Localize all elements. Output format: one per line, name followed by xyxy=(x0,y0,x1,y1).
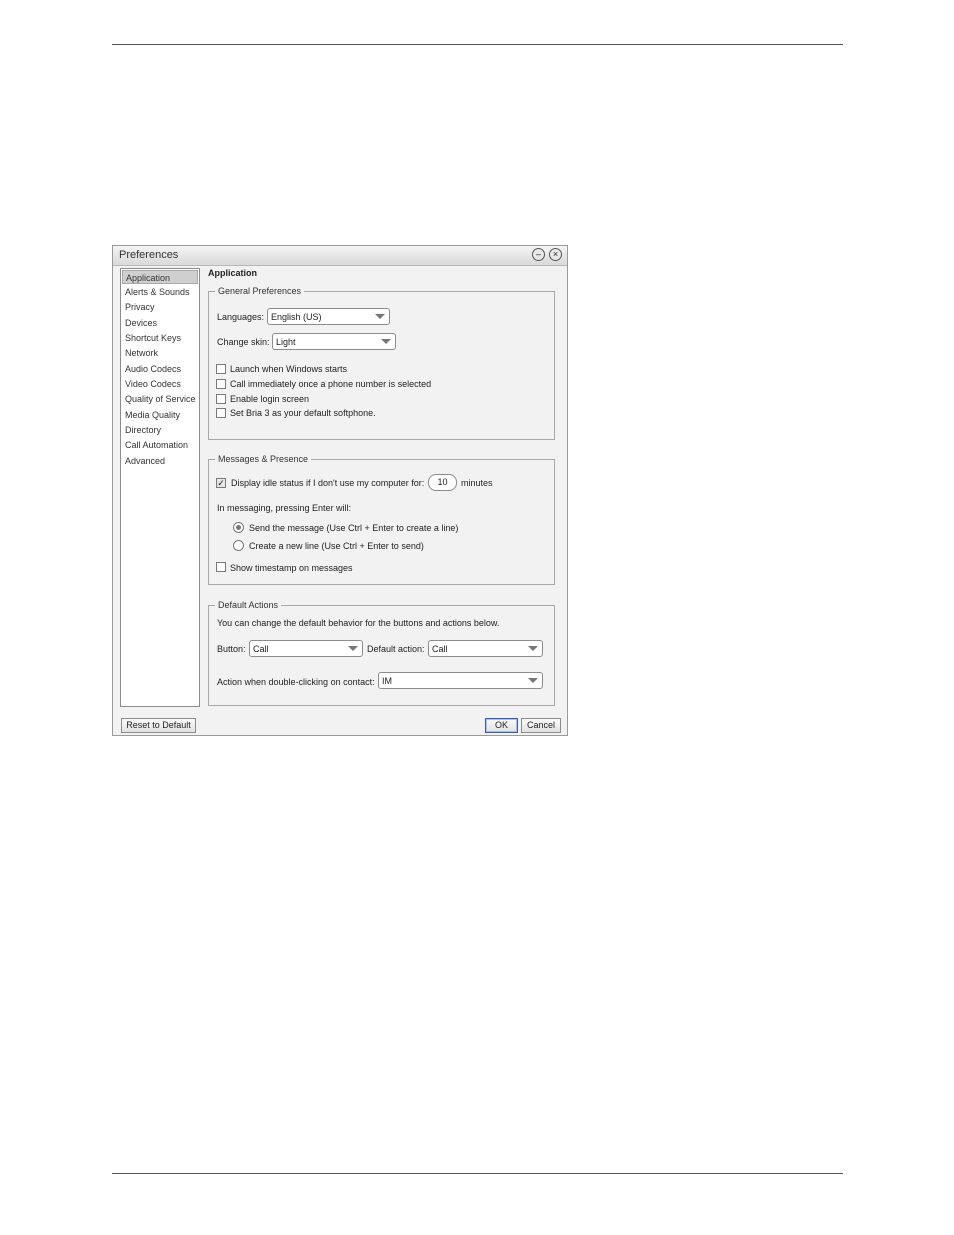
sidebar-item-quality-of-service[interactable]: Quality of Service xyxy=(122,392,198,406)
chevron-down-icon xyxy=(348,646,358,651)
sidebar-item-privacy[interactable]: Privacy xyxy=(122,300,198,314)
chevron-down-icon xyxy=(381,339,391,344)
languages-label: Languages: xyxy=(217,312,265,322)
default-action-select[interactable]: Call xyxy=(428,640,543,657)
page-header-rule xyxy=(112,44,843,45)
new-line-label: Create a new line (Use Ctrl + Enter to s… xyxy=(249,541,424,551)
skin-label: Change skin: xyxy=(217,337,270,347)
sidebar-item-application[interactable]: Application xyxy=(122,270,198,284)
idle-status-label: Display idle status if I don't use my co… xyxy=(231,478,425,488)
call-immediately-label: Call immediately once a phone number is … xyxy=(230,379,432,389)
messages-presence-group: Messages & Presence ✓ Display idle statu… xyxy=(208,454,555,585)
sidebar-item-call-automation[interactable]: Call Automation xyxy=(122,438,198,452)
cancel-button[interactable]: Cancel xyxy=(521,718,561,733)
skin-select[interactable]: Light xyxy=(272,333,396,350)
preferences-sidebar: Application Alerts & Sounds Privacy Devi… xyxy=(120,268,200,707)
languages-select[interactable]: English (US) xyxy=(267,308,390,325)
page-footer-rule xyxy=(112,1173,843,1174)
idle-minutes-unit: minutes xyxy=(461,478,493,488)
reset-to-default-button[interactable]: Reset to Default xyxy=(121,718,196,733)
enable-login-label: Enable login screen xyxy=(230,394,310,404)
sidebar-item-network[interactable]: Network xyxy=(122,346,198,360)
sidebar-item-shortcut-keys[interactable]: Shortcut Keys xyxy=(122,331,198,345)
send-message-radio[interactable] xyxy=(233,522,244,533)
sidebar-item-directory[interactable]: Directory xyxy=(122,423,198,437)
preferences-dialog: Preferences – × Application Alerts & Sou… xyxy=(112,245,568,736)
panel-title: Application xyxy=(208,268,257,278)
idle-minutes-input[interactable]: 10 xyxy=(428,474,457,491)
chevron-down-icon xyxy=(528,678,538,683)
general-preferences-group: General Preferences Languages: English (… xyxy=(208,286,555,440)
timestamp-checkbox[interactable] xyxy=(216,562,226,572)
title-bar[interactable]: Preferences – × xyxy=(113,246,567,266)
skin-value: Light xyxy=(276,337,296,347)
general-preferences-legend: General Preferences xyxy=(215,286,305,296)
call-immediately-checkbox[interactable] xyxy=(216,379,226,389)
default-actions-description: You can change the default behavior for … xyxy=(217,618,500,628)
sidebar-item-devices[interactable]: Devices xyxy=(122,316,198,330)
default-action-label: Default action: xyxy=(367,644,425,654)
idle-status-checkbox[interactable]: ✓ xyxy=(216,478,226,488)
close-icon[interactable]: × xyxy=(549,248,562,261)
default-softphone-checkbox[interactable] xyxy=(216,408,226,418)
timestamp-label: Show timestamp on messages xyxy=(230,563,353,573)
chevron-down-icon xyxy=(528,646,538,651)
sidebar-item-alerts-sounds[interactable]: Alerts & Sounds xyxy=(122,285,198,299)
default-action-value: Call xyxy=(432,644,448,654)
button-label: Button: xyxy=(217,644,246,654)
new-line-radio[interactable] xyxy=(233,540,244,551)
default-actions-legend: Default Actions xyxy=(215,600,282,610)
languages-value: English (US) xyxy=(271,312,322,322)
sidebar-item-advanced[interactable]: Advanced xyxy=(122,454,198,468)
window-title: Preferences xyxy=(119,249,179,261)
launch-windows-label: Launch when Windows starts xyxy=(230,364,348,374)
double-click-select[interactable]: IM xyxy=(378,672,543,689)
send-message-label: Send the message (Use Ctrl + Enter to cr… xyxy=(249,523,459,533)
enter-behavior-label: In messaging, pressing Enter will: xyxy=(217,503,352,513)
ok-button[interactable]: OK xyxy=(485,718,518,733)
button-value: Call xyxy=(253,644,269,654)
sidebar-item-audio-codecs[interactable]: Audio Codecs xyxy=(122,362,198,376)
chevron-down-icon xyxy=(375,314,385,319)
sidebar-item-video-codecs[interactable]: Video Codecs xyxy=(122,377,198,391)
double-click-label: Action when double-clicking on contact: xyxy=(217,677,375,687)
messages-presence-legend: Messages & Presence xyxy=(215,454,312,464)
enable-login-checkbox[interactable] xyxy=(216,394,226,404)
button-select[interactable]: Call xyxy=(249,640,363,657)
double-click-value: IM xyxy=(382,676,392,686)
default-actions-group: Default Actions You can change the defau… xyxy=(208,600,555,706)
sidebar-item-media-quality[interactable]: Media Quality xyxy=(122,408,198,422)
launch-windows-checkbox[interactable] xyxy=(216,364,226,374)
default-softphone-label: Set Bria 3 as your default softphone. xyxy=(230,408,376,418)
minimize-icon[interactable]: – xyxy=(532,248,545,261)
